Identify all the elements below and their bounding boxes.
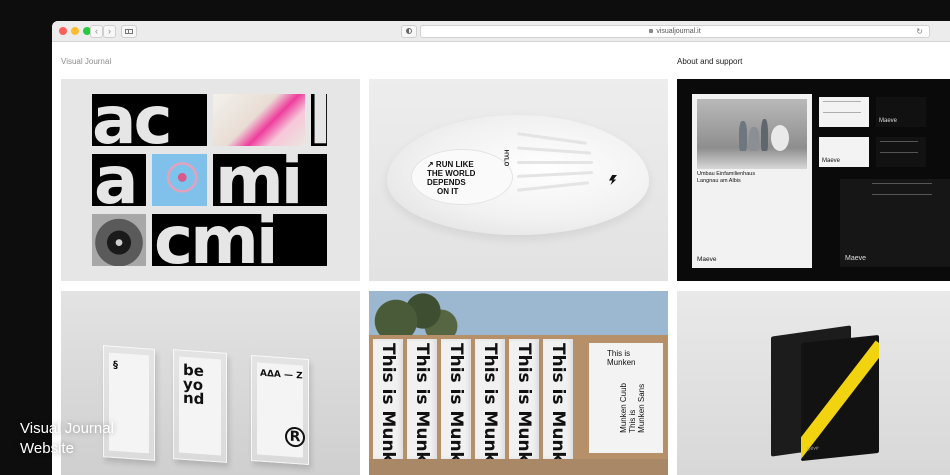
url-text: visualjournal.it — [656, 28, 701, 35]
acmi-block-a: a — [92, 154, 146, 206]
acmi-letter-a: a — [94, 154, 139, 206]
business-card-white-2: Maeve — [819, 137, 869, 167]
acmi-letters-mi: mi — [215, 154, 303, 206]
munken-panel: This is Munken — [509, 339, 539, 475]
privacy-report-button[interactable] — [401, 25, 417, 38]
acmi-letters-ac: ac — [92, 94, 173, 146]
site-title[interactable]: Visual Journal — [61, 57, 111, 66]
ground — [369, 459, 668, 475]
acmi-block-ac: ac — [92, 94, 207, 146]
close-window-icon[interactable] — [59, 27, 67, 35]
business-card-black-2 — [876, 137, 926, 167]
address-bar[interactable]: visualjournal.it ↻ — [420, 25, 930, 38]
maeve-poster: Umbau Einfamilienhaus Langnau am Albis M… — [692, 94, 812, 268]
caption-subtitle: Website — [20, 440, 74, 457]
interior-photo — [697, 99, 807, 169]
acmi-block-mi: mi — [213, 154, 327, 206]
shield-half-icon — [406, 28, 412, 34]
forward-button[interactable]: › — [103, 25, 116, 38]
back-button[interactable]: ‹ — [90, 25, 103, 38]
munken-panel: This is Munken — [407, 339, 437, 475]
acmi-block-cmi: cmi — [152, 214, 327, 266]
about-support-link[interactable]: About and support — [677, 57, 742, 66]
munken-panel: This is Munken — [475, 339, 505, 475]
sidebar-toggle-button[interactable] — [121, 25, 137, 38]
munken-panel: This is Munken — [543, 339, 573, 475]
browser-window: ‹ › visualjournal.it ↻ Visual Journal Ab… — [52, 21, 950, 475]
lightning-logo-icon — [609, 175, 617, 185]
box-front: Drive — [801, 334, 879, 462]
acmi-letters-cmi: cmi — [154, 214, 279, 266]
poster-brand: Maeve — [697, 256, 717, 263]
caption-title: Visual Journal — [20, 420, 114, 437]
business-card-white — [819, 97, 869, 127]
shoe-image: ↗ RUN LIKE THE WORLD DEPENDS ON IT HYLO — [387, 115, 649, 235]
business-card-black: Maeve — [876, 97, 926, 127]
reload-icon[interactable]: ↻ — [916, 26, 923, 37]
maeve-folder: Maeve — [840, 179, 950, 267]
acmi-block-l: l — [311, 94, 327, 146]
poster-stand-2: be yo nd — [173, 349, 227, 463]
overlay-caption: Visual Journal Website — [20, 419, 114, 459]
shoe-slogan: ↗ RUN LIKE THE WORLD DEPENDS ON IT — [427, 160, 476, 196]
munken-panel: This is Munken — [373, 339, 403, 475]
yellow-stripe — [801, 340, 879, 462]
acmi-photo-portrait — [92, 214, 146, 266]
poster-stand-3: ΑΔΑ — Ζ R — [251, 354, 309, 466]
project-tile-munken[interactable]: This is Munken This is Munken This is Mu… — [369, 291, 668, 475]
sidebar-icon — [125, 29, 133, 34]
lock-icon — [649, 29, 654, 33]
project-tile-acmi[interactable]: ac l a mi cmi — [61, 79, 360, 281]
project-tile-drive[interactable]: Drive — [677, 291, 950, 475]
minimize-window-icon[interactable] — [71, 27, 79, 35]
drive-box-label: Drive — [807, 445, 819, 453]
project-tile-hylo[interactable]: ↗ RUN LIKE THE WORLD DEPENDS ON IT HYLO — [369, 79, 668, 281]
munken-panel: This is Munken — [441, 339, 471, 475]
browser-toolbar: ‹ › visualjournal.it ↻ — [52, 21, 950, 42]
acmi-photo-pink — [213, 94, 305, 146]
project-tile-maeve[interactable]: Umbau Einfamilienhaus Langnau am Albis M… — [677, 79, 950, 281]
poster-caption: Umbau Einfamilienhaus Langnau am Albis — [697, 171, 756, 184]
acmi-photo-ferris — [152, 154, 207, 206]
tree-foliage — [369, 291, 459, 341]
acmi-letter-l: l — [311, 94, 327, 146]
shoe-brand-label: HYLO — [502, 149, 509, 167]
munken-sign: This is Munken Munken Cuub This is Munke… — [589, 343, 663, 453]
